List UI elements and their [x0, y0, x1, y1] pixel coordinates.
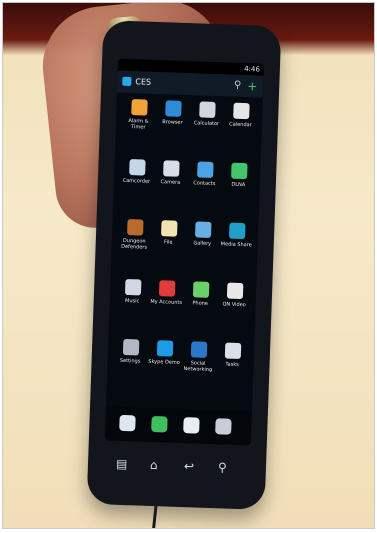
home-icon[interactable]: ⌂ — [150, 458, 158, 472]
video-icon — [226, 282, 243, 300]
app-settings[interactable]: Settings — [113, 338, 148, 386]
social-icon — [190, 341, 207, 358]
search-icon[interactable]: ⚲ — [234, 75, 242, 97]
app-dungeon-defenders[interactable]: Dungeon Defenders — [117, 218, 152, 266]
action-bar-title: CES — [135, 77, 152, 87]
phone-screen: 4:46 CES ⚲ + Alarm & Timer Browser Calcula… — [104, 58, 265, 446]
dock — [104, 406, 252, 446]
app-media-share[interactable]: Media Share — [219, 222, 254, 269]
app-qn-video[interactable]: QN Video — [217, 282, 252, 329]
camcorder-icon — [128, 159, 146, 176]
app-calendar[interactable]: Calendar — [223, 102, 258, 149]
app-browser[interactable]: Browser — [155, 100, 190, 147]
app-label: Social Networking — [183, 360, 213, 374]
app-music[interactable]: Music — [115, 278, 150, 326]
app-file[interactable]: File — [151, 220, 186, 267]
app-label: My Accounts — [150, 298, 183, 306]
app-label: Calendar — [229, 121, 252, 129]
file-icon — [160, 220, 178, 237]
cable — [151, 504, 158, 528]
calculator-icon — [198, 101, 216, 118]
market-icon[interactable] — [151, 415, 168, 433]
app-tasks[interactable]: Tasks — [215, 342, 250, 389]
calendar-icon — [232, 102, 250, 120]
email-icon[interactable] — [183, 417, 200, 434]
app-alarm-timer[interactable]: Alarm & Timer — [121, 99, 156, 146]
app-gallery[interactable]: Gallery — [185, 221, 220, 268]
photo-frame: 4:46 CES ⚲ + Alarm & Timer Browser Calcula… — [2, 2, 375, 529]
phone-icon — [192, 281, 209, 298]
back-icon[interactable]: ↩ — [184, 459, 195, 473]
app-grid: Alarm & Timer Browser Calculator Calendar Ca… — [112, 99, 256, 403]
app-social-networking[interactable]: Social Networking — [181, 341, 216, 388]
app-label: Contacts — [193, 180, 216, 188]
alarm-icon — [130, 99, 148, 116]
app-label: Calculator — [193, 120, 220, 128]
music-icon — [124, 278, 141, 296]
hardware-nav-bar: ▤ ⌂ ↩ ⚲ — [116, 457, 243, 481]
app-phone[interactable]: Phone — [183, 281, 218, 328]
app-label: File — [163, 239, 173, 246]
gallery-icon — [194, 221, 212, 238]
app-camera[interactable]: Camera — [153, 160, 188, 207]
search-icon[interactable]: ⚲ — [218, 460, 227, 474]
app-label: Music — [124, 297, 140, 305]
game-icon — [126, 218, 144, 236]
dlna-icon — [230, 162, 248, 180]
add-icon[interactable]: + — [247, 75, 258, 97]
smartphone: 4:46 CES ⚲ + Alarm & Timer Browser Calcula… — [86, 20, 282, 510]
globe-icon — [164, 100, 182, 117]
app-label: Gallery — [193, 240, 212, 247]
app-label: Alarm & Timer — [128, 117, 149, 131]
app-label: Camera — [160, 179, 181, 186]
app-skype-demo[interactable]: Skype Demo — [147, 340, 182, 387]
camera-icon — [162, 160, 180, 177]
gear-icon — [122, 338, 139, 356]
contacts-icon — [196, 161, 214, 178]
messaging-icon[interactable] — [119, 414, 136, 432]
app-label: Skype Demo — [148, 358, 180, 366]
menu-icon[interactable]: ▤ — [116, 457, 128, 471]
app-tab-icon[interactable] — [122, 76, 132, 87]
app-label: Phone — [192, 300, 209, 307]
app-label: Browser — [162, 119, 183, 126]
media-share-icon — [228, 222, 245, 240]
app-label: Settings — [119, 357, 141, 365]
app-label: Camcorder — [122, 177, 151, 185]
app-label: QN Video — [222, 301, 246, 309]
app-label: DLNA — [231, 181, 246, 189]
action-bar: CES ⚲ + — [116, 70, 264, 98]
app-camcorder[interactable]: Camcorder — [119, 159, 154, 206]
skype-icon — [156, 340, 173, 357]
apps-icon[interactable] — [215, 418, 232, 435]
accounts-icon — [158, 280, 175, 297]
app-dlna[interactable]: DLNA — [221, 162, 256, 209]
status-time: 4:46 — [244, 64, 261, 74]
tasks-icon — [224, 342, 241, 360]
app-calculator[interactable]: Calculator — [189, 101, 224, 148]
app-my-accounts[interactable]: My Accounts — [149, 280, 184, 327]
app-label: Tasks — [225, 361, 239, 368]
app-label: Dungeon Defenders — [121, 237, 148, 251]
app-contacts[interactable]: Contacts — [187, 161, 222, 208]
app-label: Media Share — [220, 241, 252, 249]
